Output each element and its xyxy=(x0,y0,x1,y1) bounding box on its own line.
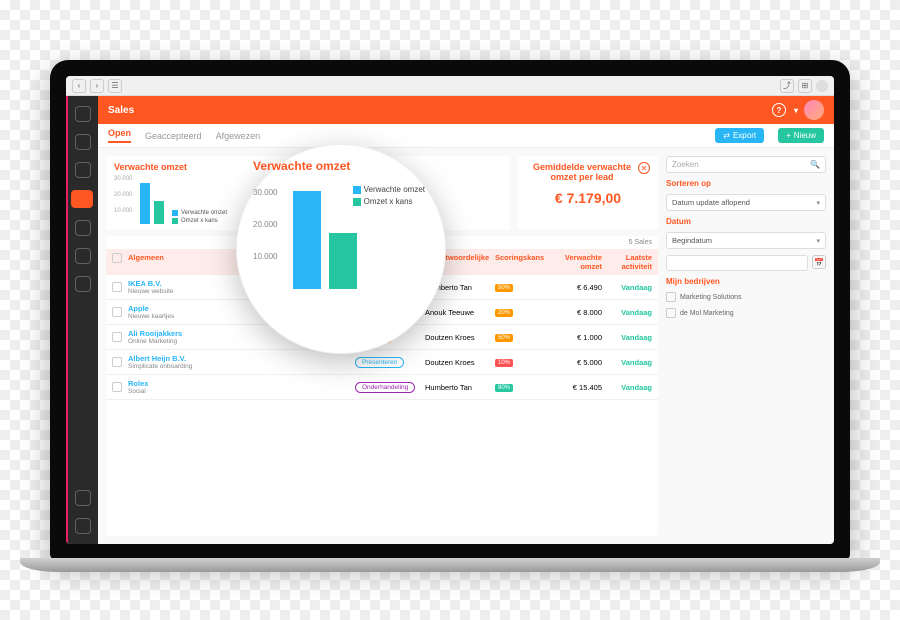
share-icon[interactable]: ⤴ xyxy=(780,79,794,93)
sidebar-settings-icon[interactable] xyxy=(75,490,91,506)
mag-bar-revenue xyxy=(293,191,321,289)
last-activity: Vandaag xyxy=(602,383,652,392)
sidebar-collapse-icon[interactable] xyxy=(75,518,91,534)
companies-label: Mijn bedrijven xyxy=(666,277,826,286)
tab-accepted[interactable]: Geaccepteerd xyxy=(145,131,202,141)
score-bar: 10% xyxy=(495,359,513,367)
bar-revenue xyxy=(140,183,150,224)
score-bar: 50% xyxy=(495,334,513,342)
tab-rejected[interactable]: Afgewezen xyxy=(216,131,261,141)
checkbox[interactable] xyxy=(112,382,122,392)
mag-bar-chance xyxy=(329,233,357,289)
url-bar[interactable] xyxy=(126,79,776,93)
help-icon[interactable]: ? xyxy=(772,103,786,117)
col-omzet[interactable]: Verwachte omzet xyxy=(547,253,602,271)
magnifier-title: Verwachte omzet xyxy=(253,159,429,173)
kpi-card: ✕ Gemiddelde verwachte omzet per lead € … xyxy=(518,156,658,230)
date-select[interactable]: Begindatum▾ xyxy=(666,232,826,249)
nav-sidebar-button[interactable]: ☰ xyxy=(108,79,122,93)
search-input[interactable]: Zoeken 🔍 xyxy=(666,156,826,173)
export-button[interactable]: ⇄Export xyxy=(715,128,764,143)
profile-icon[interactable] xyxy=(816,80,828,92)
sidebar-contacts-icon[interactable] xyxy=(75,134,91,150)
export-icon: ⇄ xyxy=(723,131,730,140)
last-activity: Vandaag xyxy=(602,358,652,367)
score-bar: 50% xyxy=(495,284,513,292)
chevron-down-icon: ▾ xyxy=(816,199,820,207)
stage-pill: Onderhandeling xyxy=(355,382,415,393)
tabs-icon[interactable]: ⊞ xyxy=(798,79,812,93)
checkbox[interactable] xyxy=(666,308,676,318)
bar-chance xyxy=(154,201,164,224)
tab-open[interactable]: Open xyxy=(108,128,131,143)
col-score[interactable]: Scoringskans xyxy=(495,253,547,271)
new-button[interactable]: +Nieuw xyxy=(778,128,824,143)
search-icon: 🔍 xyxy=(810,160,820,169)
avatar[interactable] xyxy=(804,100,824,120)
nav-forward-button[interactable]: › xyxy=(90,79,104,93)
nav-back-button[interactable]: ‹ xyxy=(72,79,86,93)
checkbox[interactable] xyxy=(112,332,122,342)
date-input[interactable] xyxy=(666,255,808,271)
amount: € 6.490 xyxy=(547,283,602,292)
checkbox[interactable] xyxy=(112,357,122,367)
sidebar-projects-icon[interactable] xyxy=(75,220,91,236)
magnifier-overlay: Verwachte omzet Verwachte omzet Omzet x … xyxy=(236,144,446,354)
sidebar-invoice-icon[interactable] xyxy=(75,276,91,292)
checkbox-all[interactable] xyxy=(112,253,122,263)
plus-icon: + xyxy=(786,131,791,140)
score-bar: 20% xyxy=(495,309,513,317)
date-label: Datum xyxy=(666,217,826,226)
kpi-title: Gemiddelde verwachte omzet per lead xyxy=(526,162,650,182)
checkbox[interactable] xyxy=(666,292,676,302)
chevron-down-icon: ▾ xyxy=(816,237,820,245)
checkbox[interactable] xyxy=(112,307,122,317)
company-link[interactable]: Rolex xyxy=(128,379,355,388)
owner: Anouk Teeuwe xyxy=(425,308,495,317)
table-row[interactable]: RolexSocialOnderhandelingHumberto Tan80%… xyxy=(106,375,658,400)
owner: Humberto Tan xyxy=(425,383,495,392)
owner: Doutzen Kroes xyxy=(425,333,495,342)
company-link[interactable]: Albert Heijn B.V. xyxy=(128,354,355,363)
amount: € 1.000 xyxy=(547,333,602,342)
page-title: Sales xyxy=(108,105,772,116)
col-activiteit[interactable]: Laatste activiteit xyxy=(602,253,652,271)
app-sidebar xyxy=(66,96,98,544)
last-activity: Vandaag xyxy=(602,308,652,317)
sort-select[interactable]: Datum update aflopend▾ xyxy=(666,194,826,211)
calendar-icon[interactable]: 📅 xyxy=(812,255,826,269)
last-activity: Vandaag xyxy=(602,283,652,292)
last-activity: Vandaag xyxy=(602,333,652,342)
amount: € 5.000 xyxy=(547,358,602,367)
sort-label: Sorteren op xyxy=(666,179,826,188)
browser-chrome: ‹ › ☰ ⤴ ⊞ xyxy=(66,76,834,96)
sidebar-home-icon[interactable] xyxy=(75,106,91,122)
topbar: Sales ? ▾ xyxy=(98,96,834,124)
table-row[interactable]: Albert Heijn B.V.Simplicate onboardingPr… xyxy=(106,350,658,375)
close-icon[interactable]: ✕ xyxy=(638,162,650,174)
sidebar-crm-icon[interactable] xyxy=(75,162,91,178)
sidebar-hours-icon[interactable] xyxy=(75,248,91,264)
sidebar-sales-icon[interactable] xyxy=(71,190,93,208)
stage-pill: Presenteren xyxy=(355,357,404,368)
amount: € 15.405 xyxy=(547,383,602,392)
amount: € 8.000 xyxy=(547,308,602,317)
dropdown-icon[interactable]: ▾ xyxy=(794,106,798,115)
owner: Doutzen Kroes xyxy=(425,358,495,367)
tab-bar: Open Geaccepteerd Afgewezen ⇄Export +Nie… xyxy=(98,124,834,148)
checkbox[interactable] xyxy=(112,282,122,292)
kpi-value: € 7.179,00 xyxy=(526,190,650,206)
score-bar: 80% xyxy=(495,384,513,392)
